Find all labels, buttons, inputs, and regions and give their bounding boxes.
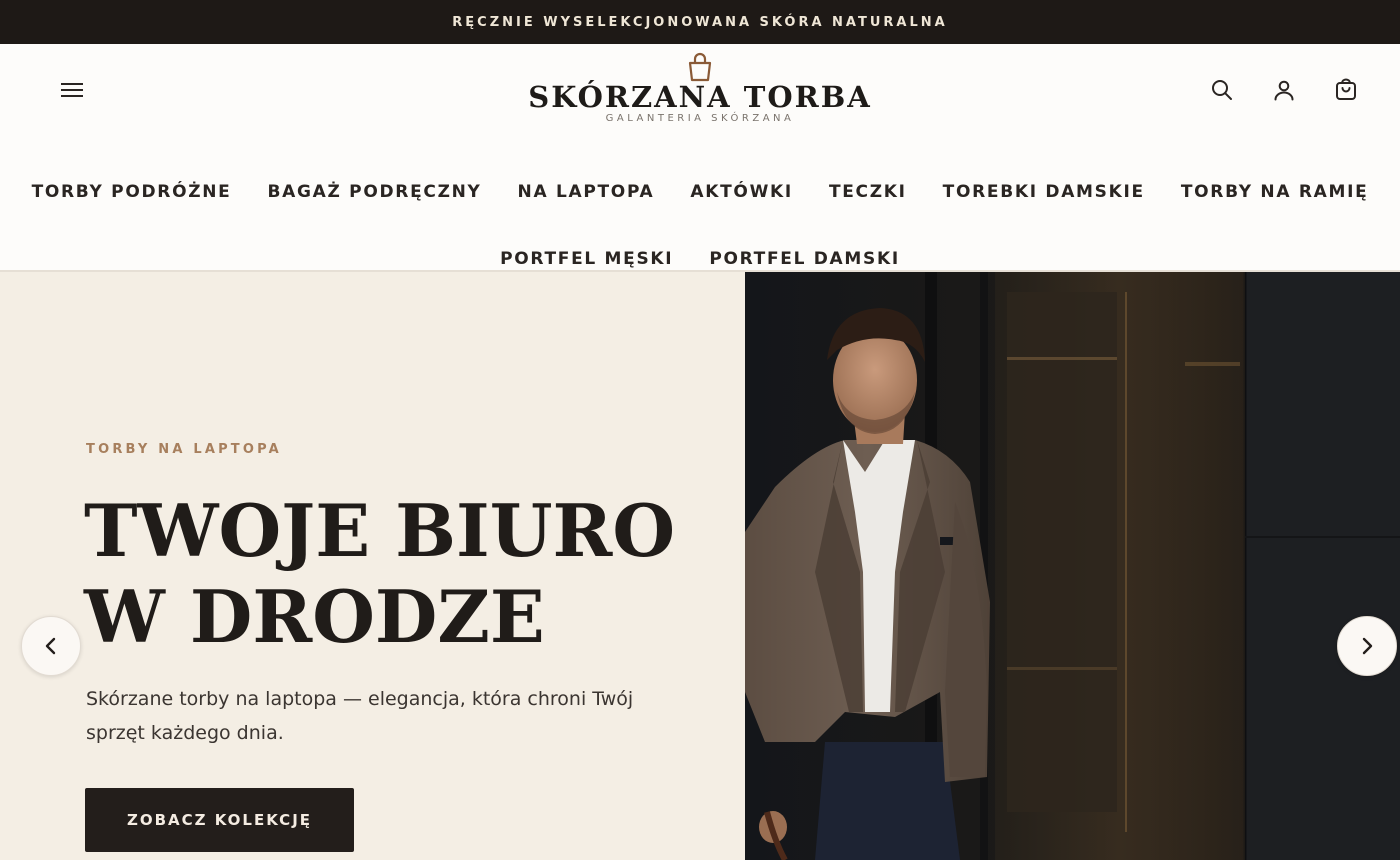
chevron-right-icon (1362, 637, 1373, 655)
logo-name: SKÓRZANA TORBA (528, 80, 872, 114)
chevron-left-icon (45, 637, 56, 655)
nav-item-aktowki[interactable]: AKTÓWKI (690, 182, 793, 202)
slider-prev-button[interactable] (21, 616, 81, 676)
search-icon (1212, 80, 1232, 100)
hero-headline-line-1: TWOJE BIURO (84, 488, 676, 573)
hero-slider: TORBY NA LAPTOPA TWOJE BIURO W DRODZE Sk… (0, 272, 1400, 860)
announcement-bar: RĘCZNIE WYSELEKCJONOWANA SKÓRA NATURALNA (0, 0, 1400, 44)
search-button[interactable] (1206, 74, 1238, 106)
nav-item-portfel-meski[interactable]: PORTFEL MĘSKI (500, 249, 673, 269)
hero-eyebrow: TORBY NA LAPTOPA (86, 442, 282, 457)
logo-tagline: GALANTERIA SKÓRZANA (605, 113, 795, 124)
nav-item-portfel-damski[interactable]: PORTFEL DAMSKI (709, 249, 900, 269)
site-logo[interactable]: SKÓRZANA TORBA GALANTERIA SKÓRZANA (0, 52, 1400, 124)
nav-item-torebki-damskie[interactable]: TOREBKI DAMSKIE (943, 182, 1145, 202)
hero-photo-man-in-blazer (745, 272, 1400, 860)
cart-button[interactable] (1330, 74, 1362, 106)
slider-next-button[interactable] (1337, 616, 1397, 676)
cart-icon (1336, 78, 1356, 100)
nav-item-torby-na-ramie[interactable]: TORBY NA RAMIĘ (1181, 182, 1369, 202)
account-button[interactable] (1268, 74, 1300, 106)
hero-description: Skórzane torby na laptopa — elegancja, k… (86, 688, 634, 744)
nav-item-torby-podrozne[interactable]: TORBY PODRÓŻNE (32, 182, 232, 202)
shopping-bag-logo-icon (688, 52, 712, 82)
announcement-text: RĘCZNIE WYSELEKCJONOWANA SKÓRA NATURALNA (452, 14, 948, 30)
nav-item-na-laptopa[interactable]: NA LAPTOPA (518, 182, 655, 202)
header-actions (1206, 74, 1362, 106)
site-header: SKÓRZANA TORBA GALANTERIA SKÓRZANA TORBY… (0, 44, 1400, 272)
hero-headline: TWOJE BIURO W DRODZE (84, 488, 724, 660)
view-collection-button[interactable]: ZOBACZ KOLEKCJĘ (85, 788, 354, 852)
nav-row-1: TORBY PODRÓŻNE BAGAŻ PODRĘCZNY NA LAPTOP… (0, 158, 1400, 225)
nav-item-teczki[interactable]: TECZKI (829, 182, 907, 202)
hero-content: TORBY NA LAPTOPA TWOJE BIURO W DRODZE Sk… (0, 272, 745, 860)
hero-headline-line-2: W DRODZE (84, 574, 545, 659)
hero-image (745, 272, 1400, 860)
nav-item-bagaz-podreczny[interactable]: BAGAŻ PODRĘCZNY (268, 182, 482, 202)
user-icon (1274, 80, 1294, 101)
